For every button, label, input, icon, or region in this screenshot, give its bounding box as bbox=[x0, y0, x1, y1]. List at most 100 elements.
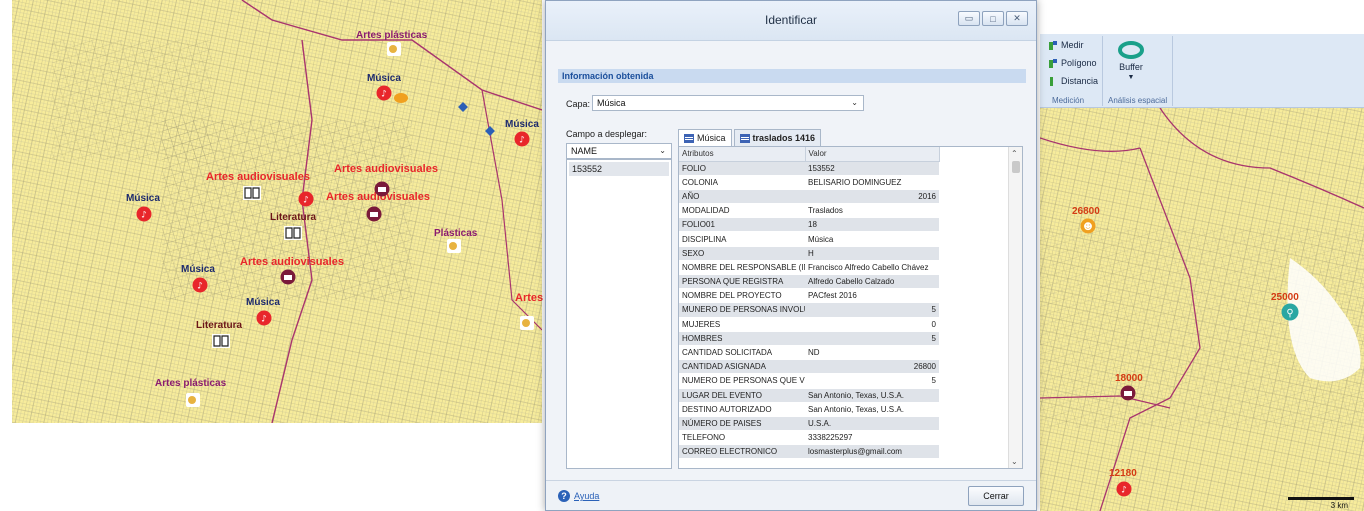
book-icon[interactable] bbox=[243, 186, 261, 203]
table-row[interactable]: MUNERO DE PERSONAS INVOLU 5 bbox=[679, 302, 939, 318]
poligono-tool[interactable]: Polígono bbox=[1048, 58, 1097, 68]
film-marker-icon[interactable] bbox=[1120, 385, 1136, 404]
map-label-plasticas: Plásticas bbox=[434, 228, 478, 239]
film-marker-icon[interactable] bbox=[366, 206, 382, 225]
svg-text:♪: ♪ bbox=[197, 282, 203, 292]
dialog-footer: ? Ayuda Cerrar bbox=[546, 480, 1036, 510]
attribute-name: CORREO ELECTRONICO bbox=[679, 444, 805, 460]
map-label-artes-audiovisuales: Artes audiovisuales bbox=[206, 171, 310, 183]
table-row[interactable]: SEXO H bbox=[679, 246, 939, 261]
scrollbar-thumb[interactable] bbox=[1012, 161, 1020, 173]
table-row[interactable]: CANTIDAD ASIGNADA 26800 bbox=[679, 359, 939, 375]
right-map[interactable] bbox=[1040, 108, 1364, 511]
distancia-label: Distancia bbox=[1061, 76, 1099, 86]
medir-tool[interactable]: Medir bbox=[1048, 40, 1084, 50]
paint-palette-icon[interactable] bbox=[447, 239, 461, 256]
table-row[interactable]: NÚMERO DE PAISES U.S.A. bbox=[679, 416, 939, 432]
section-header: Información obtenida bbox=[558, 69, 1026, 83]
field-select-value: NAME bbox=[571, 146, 598, 156]
group-label-analisis: Análisis espacial bbox=[1108, 96, 1168, 105]
music-marker-icon[interactable]: ♪ bbox=[376, 85, 392, 104]
blue-diamond-icon[interactable] bbox=[485, 126, 495, 139]
attribute-rows: FOLIO 153552 COLONIA BELISARIO DOMINGUEZ A… bbox=[679, 161, 939, 460]
close-button[interactable]: Cerrar bbox=[968, 486, 1024, 506]
table-row[interactable]: TELEFONO 3338225297 bbox=[679, 430, 939, 446]
table-row[interactable]: LUGAR DEL EVENTO San Antonio, Texas, U.S.… bbox=[679, 388, 939, 403]
attribute-name: NOMBRE DEL RESPONSABLE (IN bbox=[679, 260, 805, 276]
map-label-musica: Música bbox=[367, 73, 401, 84]
table-row[interactable]: DESTINO AUTORIZADO San Antonio, Texas, U.… bbox=[679, 402, 939, 417]
map-label-artes-audiovisuales: Artes audiovisuales bbox=[240, 256, 344, 268]
layer-label: Capa: bbox=[566, 99, 591, 109]
attribute-value: 5 bbox=[805, 373, 939, 389]
music-marker-icon[interactable]: ♪ bbox=[1116, 481, 1132, 500]
table-icon bbox=[739, 133, 750, 143]
table-row[interactable]: HOMBRES 5 bbox=[679, 331, 939, 346]
attribute-value: San Antonio, Texas, U.S.A. bbox=[805, 388, 939, 403]
table-row[interactable]: FOLIO01 18 bbox=[679, 217, 939, 233]
column-header-value[interactable]: Valor bbox=[805, 147, 940, 162]
table-row[interactable]: CANTIDAD SOLICITADA ND bbox=[679, 345, 939, 361]
film-marker-icon[interactable] bbox=[374, 181, 390, 200]
table-row[interactable]: CORREO ELECTRONICO losmasterplus@gmail.co… bbox=[679, 444, 939, 460]
list-item[interactable]: 153552 bbox=[569, 162, 669, 176]
buffer-button[interactable]: Buffer ▼ bbox=[1118, 40, 1144, 81]
book-icon[interactable] bbox=[212, 334, 230, 351]
scale-bar: 3 km bbox=[1288, 497, 1354, 511]
music-marker-icon[interactable]: ♪ bbox=[514, 131, 530, 150]
map-label-musica: Música bbox=[181, 264, 215, 275]
feature-list[interactable]: 153552 bbox=[566, 159, 672, 469]
maximize-icon[interactable]: □ bbox=[982, 11, 1004, 26]
medir-label: Medir bbox=[1061, 40, 1084, 50]
music-marker-icon[interactable]: ♪ bbox=[298, 191, 314, 210]
paint-palette-icon[interactable] bbox=[387, 42, 401, 59]
table-row[interactable]: COLONIA BELISARIO DOMINGUEZ bbox=[679, 175, 939, 190]
layer-select[interactable]: Música ⌄ bbox=[592, 95, 864, 111]
scale-bar-label: 3 km bbox=[1330, 501, 1348, 510]
orange-marker-icon[interactable]: ☻ bbox=[1080, 218, 1096, 237]
minimize-icon[interactable]: ▭ bbox=[958, 11, 980, 26]
table-row[interactable]: NUMERO DE PERSONAS QUE VI 5 bbox=[679, 373, 939, 389]
table-row[interactable]: NOMBRE DEL PROYECTO PACfest 2016 bbox=[679, 288, 939, 304]
table-row[interactable]: AÑO 2016 bbox=[679, 189, 939, 205]
teal-marker-icon[interactable]: ⚲ bbox=[1281, 303, 1299, 324]
attribute-table[interactable]: Atributos Valor FOLIO 153552 COLONIA BELIS… bbox=[678, 146, 1023, 469]
tab-musica[interactable]: Música bbox=[678, 129, 732, 146]
table-scrollbar[interactable]: ⌃ ⌄ bbox=[1008, 147, 1022, 468]
ribbon-divider bbox=[1172, 36, 1173, 106]
map-value-label: 18000 bbox=[1115, 373, 1143, 384]
table-row[interactable]: PERSONA QUE REGISTRA Alfredo Cabello Calz… bbox=[679, 274, 939, 290]
buffer-icon bbox=[1118, 41, 1144, 59]
attribute-value: losmasterplus@gmail.com bbox=[805, 444, 939, 460]
tab-label: Música bbox=[697, 133, 726, 143]
map-value-label: 12180 bbox=[1109, 468, 1137, 479]
attribute-name: NOMBRE DEL PROYECTO bbox=[679, 288, 805, 304]
table-row[interactable]: NOMBRE DEL RESPONSABLE (IN Francisco Alfr… bbox=[679, 260, 939, 276]
layer-tabs: Música traslados 1416 bbox=[678, 129, 822, 146]
paint-palette-icon[interactable] bbox=[186, 393, 200, 410]
music-marker-icon[interactable]: ♪ bbox=[136, 206, 152, 225]
field-select[interactable]: NAME ⌄ bbox=[566, 143, 672, 159]
book-icon[interactable] bbox=[284, 226, 302, 243]
distancia-tool[interactable]: Distancia bbox=[1048, 76, 1098, 86]
blue-diamond-icon[interactable] bbox=[458, 102, 468, 115]
table-row[interactable]: DISCIPLINA Música bbox=[679, 231, 939, 247]
column-header-attributes[interactable]: Atributos bbox=[679, 147, 806, 162]
ruler-icon bbox=[1049, 41, 1057, 50]
orange-point-icon[interactable] bbox=[393, 92, 409, 107]
table-row[interactable]: MUJERES 0 bbox=[679, 317, 939, 332]
chevron-up-icon[interactable]: ⌃ bbox=[1011, 149, 1018, 158]
help-link[interactable]: ? Ayuda bbox=[558, 490, 599, 502]
attribute-value: 5 bbox=[805, 302, 939, 318]
tab-traslados[interactable]: traslados 1416 bbox=[733, 129, 822, 146]
dialog-titlebar[interactable]: Identificar ▭ □ ✕ bbox=[546, 1, 1036, 41]
music-marker-icon[interactable]: ♪ bbox=[192, 277, 208, 296]
table-row[interactable]: FOLIO 153552 bbox=[679, 161, 939, 176]
music-marker-icon[interactable]: ♪ bbox=[256, 310, 272, 329]
close-icon[interactable]: ✕ bbox=[1006, 11, 1028, 26]
table-row[interactable]: MODALIDAD Traslados bbox=[679, 203, 939, 219]
film-marker-icon[interactable] bbox=[280, 269, 296, 288]
paint-palette-icon[interactable] bbox=[520, 316, 534, 333]
chevron-down-icon[interactable]: ⌄ bbox=[1011, 457, 1018, 466]
map-label-musica: Música bbox=[505, 119, 539, 130]
